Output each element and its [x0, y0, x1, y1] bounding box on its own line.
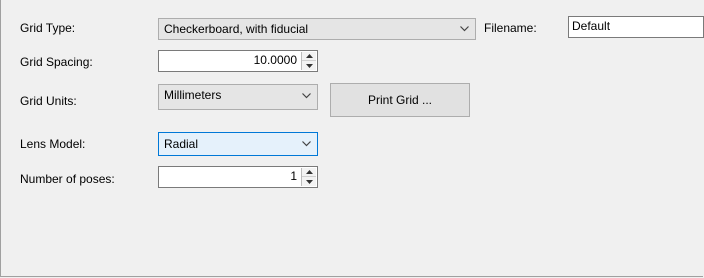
grid-type-dropdown[interactable]: Checkerboard, with fiducial — [158, 18, 476, 40]
number-of-poses-value: 1 — [290, 169, 297, 183]
chevron-down-icon — [302, 93, 311, 100]
grid-spacing-label: Grid Spacing: — [20, 55, 93, 69]
grid-spacing-value: 10.0000 — [253, 53, 297, 67]
grid-units-label: Grid Units: — [20, 94, 77, 108]
filename-input[interactable]: Default — [568, 16, 704, 38]
grid-units-value: Millimeters — [164, 88, 222, 102]
lens-model-label: Lens Model: — [20, 137, 86, 151]
triangle-down-icon[interactable] — [302, 177, 316, 186]
grid-spacing-spinner[interactable]: 10.0000 — [158, 50, 318, 72]
number-of-poses-spin-buttons — [301, 168, 316, 186]
filename-label: Filename: — [484, 21, 537, 35]
print-grid-button[interactable]: Print Grid ... — [330, 83, 470, 117]
grid-units-dropdown[interactable]: Millimeters — [158, 84, 318, 110]
triangle-up-icon[interactable] — [302, 168, 316, 177]
chevron-down-icon — [302, 141, 311, 148]
triangle-up-icon[interactable] — [302, 52, 316, 61]
grid-type-value: Checkerboard, with fiducial — [164, 22, 309, 36]
grid-spacing-spin-buttons — [301, 52, 316, 70]
panel-frame — [0, 0, 703, 277]
chevron-down-icon — [460, 26, 469, 33]
number-of-poses-label: Number of poses: — [20, 172, 115, 186]
number-of-poses-spinner[interactable]: 1 — [158, 166, 318, 188]
triangle-down-icon[interactable] — [302, 61, 316, 70]
filename-value: Default — [572, 19, 611, 33]
lens-model-value: Radial — [164, 137, 199, 151]
grid-type-label: Grid Type: — [20, 21, 76, 35]
lens-model-dropdown[interactable]: Radial — [158, 132, 318, 156]
